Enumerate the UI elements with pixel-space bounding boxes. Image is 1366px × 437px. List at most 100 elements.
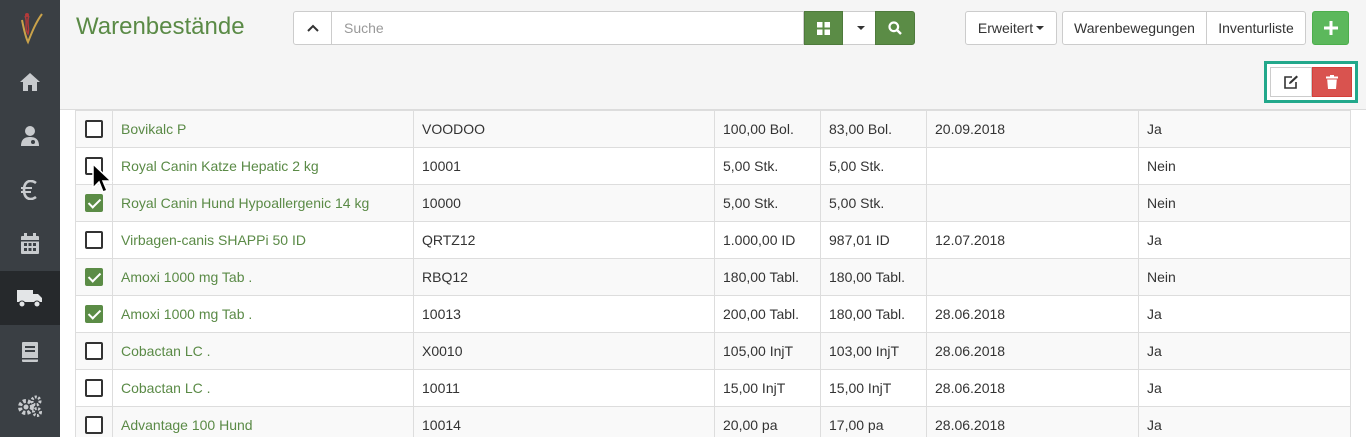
product-code-cell: 10014 [413, 406, 715, 437]
row-select-cell [75, 110, 113, 148]
table-row[interactable]: Cobactan LC . X0010 105,00 InjT 103,00 InjT… [75, 332, 1351, 370]
quantity-cell: 5,00 Stk. [714, 147, 821, 185]
warenbewegungen-label: Warenbewegungen [1074, 20, 1195, 36]
stock-cell: 83,00 Bol. [820, 110, 927, 148]
search-button[interactable] [875, 11, 915, 45]
grid-icon [817, 21, 830, 35]
add-button[interactable] [1312, 11, 1349, 45]
row-checkbox[interactable] [85, 416, 103, 435]
table-row[interactable]: Royal Canin Hund Hypoallergenic 14 kg 100… [75, 184, 1351, 222]
date-cell: 28.06.2018 [926, 332, 1139, 370]
product-code-cell: 10000 [413, 184, 715, 222]
caret-down-icon [1036, 26, 1045, 30]
stock-cell: 103,00 InjT [820, 332, 927, 370]
product-code-cell: QRTZ12 [413, 221, 715, 259]
product-name-cell[interactable]: Bovikalc P [112, 110, 414, 148]
table-row[interactable]: Bovikalc P VOODOO 100,00 Bol. 83,00 Bol. 20.… [75, 110, 1351, 148]
date-cell: 28.06.2018 [926, 295, 1139, 333]
quantity-cell: 5,00 Stk. [714, 184, 821, 222]
calendar-icon [21, 233, 39, 254]
sidebar [0, 0, 60, 437]
quantity-cell: 100,00 Bol. [714, 110, 821, 148]
search-input[interactable] [332, 11, 804, 45]
row-checkbox[interactable] [85, 231, 103, 250]
search-group [293, 11, 915, 45]
table-row[interactable]: Royal Canin Katze Hepatic 2 kg 10001 5,00 … [75, 147, 1351, 185]
date-cell: 28.06.2018 [926, 369, 1139, 407]
sidebar-item-settings[interactable] [0, 379, 60, 433]
sidebar-item-home[interactable] [0, 55, 60, 109]
product-name-cell[interactable]: Amoxi 1000 mg Tab . [112, 295, 414, 333]
product-name-cell[interactable]: Royal Canin Hund Hypoallergenic 14 kg [112, 184, 414, 222]
search-options-dropdown[interactable] [843, 11, 876, 45]
table-row[interactable]: Amoxi 1000 mg Tab . 10013 200,00 Tabl. 180,… [75, 295, 1351, 333]
table-row[interactable]: Advantage 100 Hund 10014 20,00 pa 17,00 pa 2… [75, 406, 1351, 437]
row-checkbox[interactable] [85, 120, 103, 139]
date-cell: 12.07.2018 [926, 221, 1139, 259]
date-cell [926, 258, 1139, 296]
stock-cell: 987,01 ID [820, 221, 927, 259]
product-name-cell[interactable]: Royal Canin Katze Hepatic 2 kg [112, 147, 414, 185]
date-cell [926, 184, 1139, 222]
product-code-cell: 10013 [413, 295, 715, 333]
selection-actions [1264, 61, 1358, 103]
product-name-cell[interactable]: Virbagen-canis SHAPPi 50 ID [112, 221, 414, 259]
sidebar-item-finance[interactable] [0, 163, 60, 217]
product-name-cell[interactable]: Cobactan LC . [112, 332, 414, 370]
row-select-cell [75, 406, 113, 437]
edit-button[interactable] [1270, 67, 1312, 97]
row-select-cell [75, 184, 113, 222]
product-code-cell: X0010 [413, 332, 715, 370]
row-checkbox[interactable] [85, 379, 103, 398]
stock-cell: 180,00 Tabl. [820, 295, 927, 333]
row-select-cell [75, 221, 113, 259]
table-row[interactable]: Virbagen-canis SHAPPi 50 ID QRTZ12 1.000,0… [75, 221, 1351, 259]
flag-cell: Ja [1138, 295, 1351, 333]
table-row[interactable]: Cobactan LC . 10011 15,00 InjT 15,00 InjT 28… [75, 369, 1351, 407]
collapse-button[interactable] [293, 11, 332, 45]
flag-cell: Ja [1138, 110, 1351, 148]
table-row[interactable]: Amoxi 1000 mg Tab . RBQ12 180,00 Tabl. 180,… [75, 258, 1351, 296]
row-checkbox[interactable] [85, 268, 103, 287]
quantity-cell: 15,00 InjT [714, 369, 821, 407]
row-checkbox[interactable] [85, 342, 103, 361]
product-code-cell: 10001 [413, 147, 715, 185]
stock-cell: 17,00 pa [820, 406, 927, 437]
truck-icon [17, 290, 42, 308]
date-cell: 28.06.2018 [926, 406, 1139, 437]
gears-icon [18, 395, 42, 417]
row-checkbox[interactable] [85, 305, 103, 324]
row-checkbox[interactable] [85, 194, 103, 213]
book-icon [22, 342, 38, 362]
flag-cell: Nein [1138, 184, 1351, 222]
chevron-up-icon [306, 24, 319, 32]
flag-cell: Ja [1138, 221, 1351, 259]
warenbewegungen-button[interactable]: Warenbewegungen [1062, 11, 1207, 45]
stock-cell: 15,00 InjT [820, 369, 927, 407]
user-doctor-icon [21, 126, 39, 146]
quantity-cell: 105,00 InjT [714, 332, 821, 370]
quantity-cell: 20,00 pa [714, 406, 821, 437]
sidebar-item-documents[interactable] [0, 325, 60, 379]
sidebar-item-inventory[interactable] [0, 271, 60, 325]
sidebar-item-calendar[interactable] [0, 217, 60, 271]
inventurliste-button[interactable]: Inventurliste [1206, 11, 1306, 45]
row-checkbox[interactable] [85, 157, 103, 176]
stock-cell: 180,00 Tabl. [820, 258, 927, 296]
quantity-cell: 200,00 Tabl. [714, 295, 821, 333]
sidebar-item-patients[interactable] [0, 109, 60, 163]
delete-button[interactable] [1312, 67, 1352, 97]
logo-icon [21, 12, 43, 44]
euro-icon [21, 180, 37, 200]
product-name-cell[interactable]: Amoxi 1000 mg Tab . [112, 258, 414, 296]
erweitert-dropdown-button[interactable]: Erweitert [965, 11, 1057, 45]
row-select-cell [75, 332, 113, 370]
caret-down-icon [856, 26, 865, 30]
product-name-cell[interactable]: Advantage 100 Hund [112, 406, 414, 437]
header-bar: Warenbestände Erweitert [60, 0, 1366, 110]
product-code-cell: VOODOO [413, 110, 715, 148]
app-logo[interactable] [0, 0, 60, 55]
product-name-cell[interactable]: Cobactan LC . [112, 369, 414, 407]
grid-view-button[interactable] [804, 11, 843, 45]
plus-icon [1323, 21, 1338, 35]
